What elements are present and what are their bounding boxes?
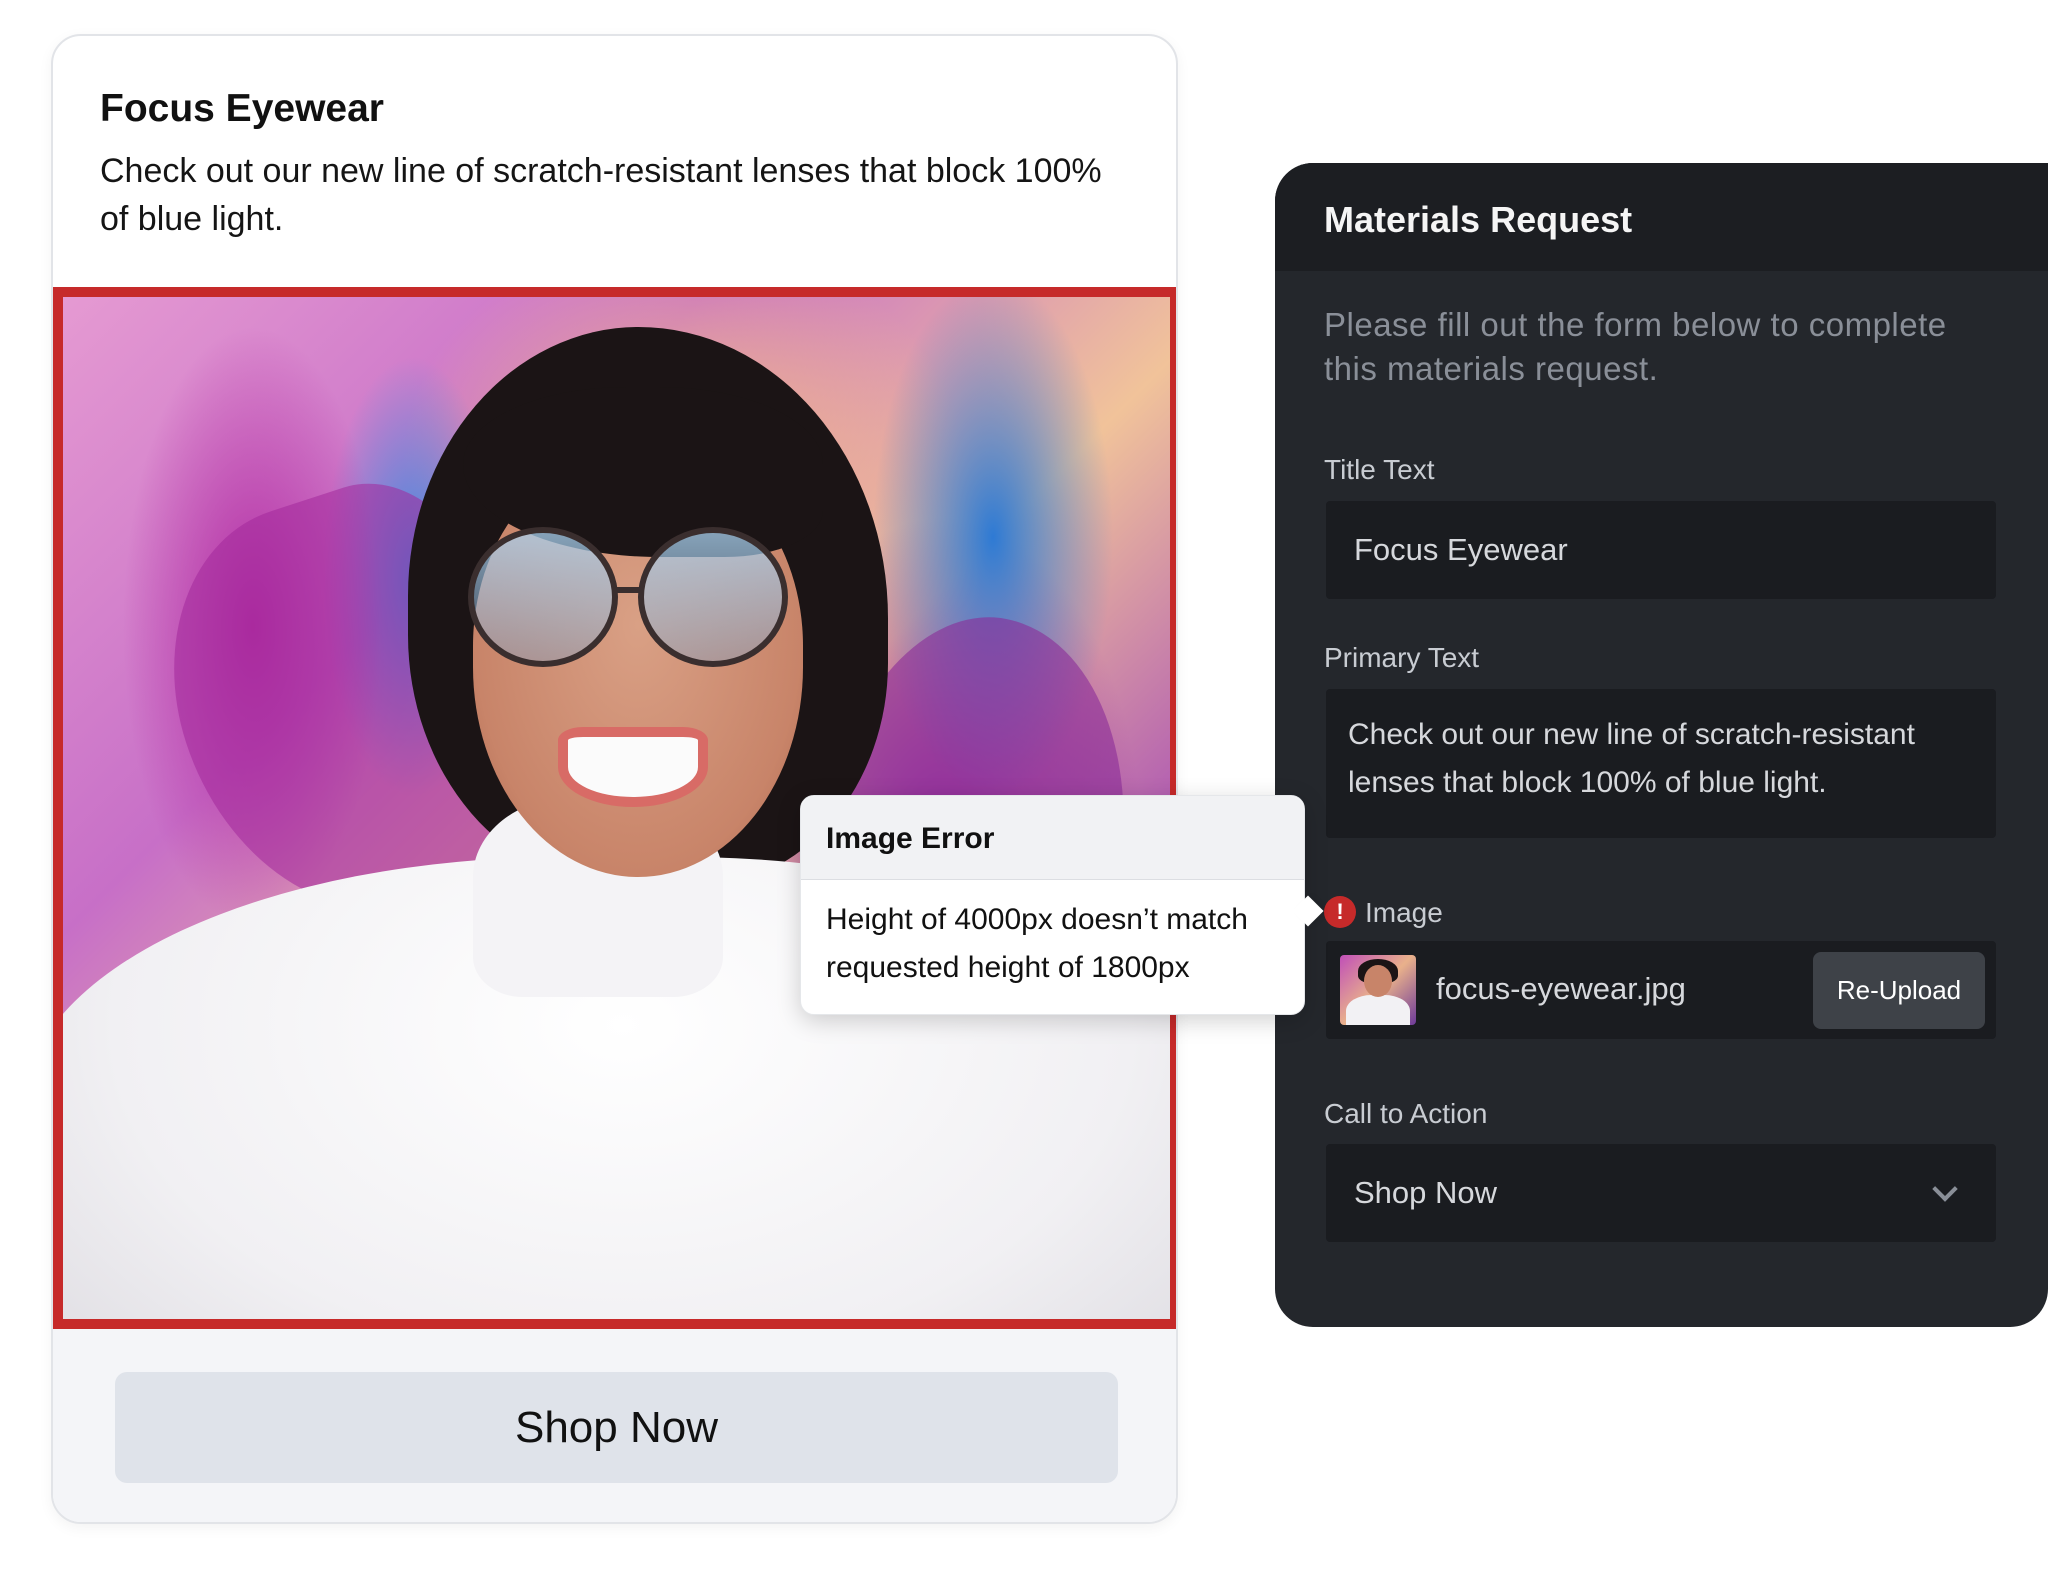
call-to-action-select[interactable]: Shop Now — [1326, 1144, 1996, 1242]
call-to-action-value: Shop Now — [1354, 1175, 1498, 1210]
image-label: Image — [1365, 897, 1443, 928]
title-text-label: Title Text — [1324, 454, 1435, 485]
thumbnail-body — [1346, 995, 1410, 1025]
title-text-input[interactable]: Focus Eyewear — [1326, 501, 1996, 599]
tooltip-message: Height of 4000px doesn’t match requested… — [826, 903, 1248, 984]
call-to-action-label: Call to Action — [1324, 1098, 1488, 1129]
primary-text-textarea[interactable]: Check out our new line of scratch-resist… — [1326, 689, 1996, 838]
panel-description: Please fill out the form below to comple… — [1324, 306, 1947, 387]
materials-request-panel: Materials Request Please fill out the fo… — [1275, 163, 2048, 1327]
tooltip-title: Image Error — [801, 796, 1304, 880]
image-upload-field: focus-eyewear.jpg Re-Upload — [1326, 941, 1996, 1039]
panel-title: Materials Request — [1275, 163, 2048, 271]
smile-shape — [558, 727, 708, 807]
ad-body-text: Check out our new line of scratch-resist… — [100, 151, 1102, 238]
thumbnail-face — [1364, 965, 1392, 997]
glasses-bridge — [613, 587, 643, 593]
ad-preview-card: Focus Eyewear Check out our new line of … — [51, 34, 1178, 1524]
title-text-value: Focus Eyewear — [1354, 532, 1568, 567]
primary-text-label: Primary Text — [1324, 642, 1480, 673]
ad-title: Focus Eyewear — [100, 87, 384, 130]
glasses-lens-right — [638, 527, 788, 667]
ad-header: Focus Eyewear Check out our new line of … — [100, 86, 1120, 243]
glasses-lens-left — [468, 527, 618, 667]
shop-now-button[interactable]: Shop Now — [115, 1372, 1118, 1483]
image-error-tooltip: Image Error Height of 4000px doesn’t mat… — [800, 795, 1324, 1015]
reupload-button[interactable]: Re-Upload — [1813, 952, 1985, 1029]
exclamation-icon: ! — [1324, 896, 1356, 928]
primary-text-value: Check out our new line of scratch-resist… — [1348, 718, 1915, 799]
image-thumbnail — [1340, 955, 1416, 1025]
image-filename: focus-eyewear.jpg — [1436, 971, 1686, 1006]
